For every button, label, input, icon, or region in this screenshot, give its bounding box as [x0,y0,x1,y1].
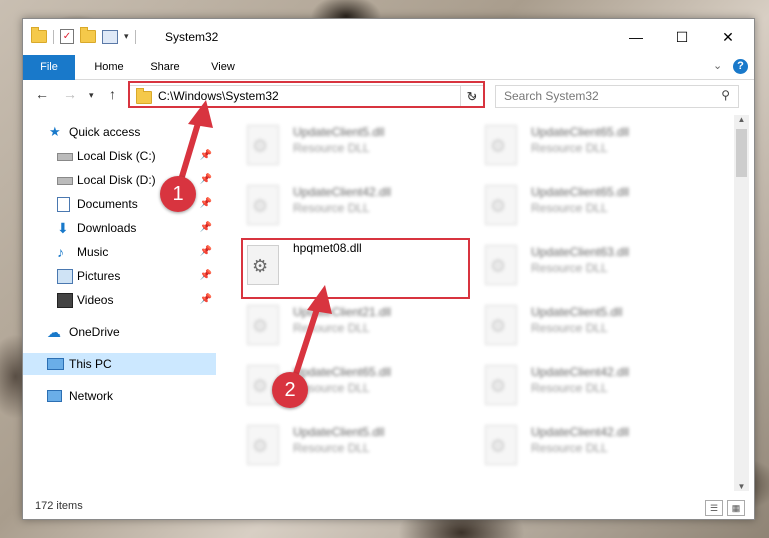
step-2-badge: 2 [272,372,308,408]
step-1-badge: 1 [160,176,196,212]
annotation-arrows [175,100,332,386]
